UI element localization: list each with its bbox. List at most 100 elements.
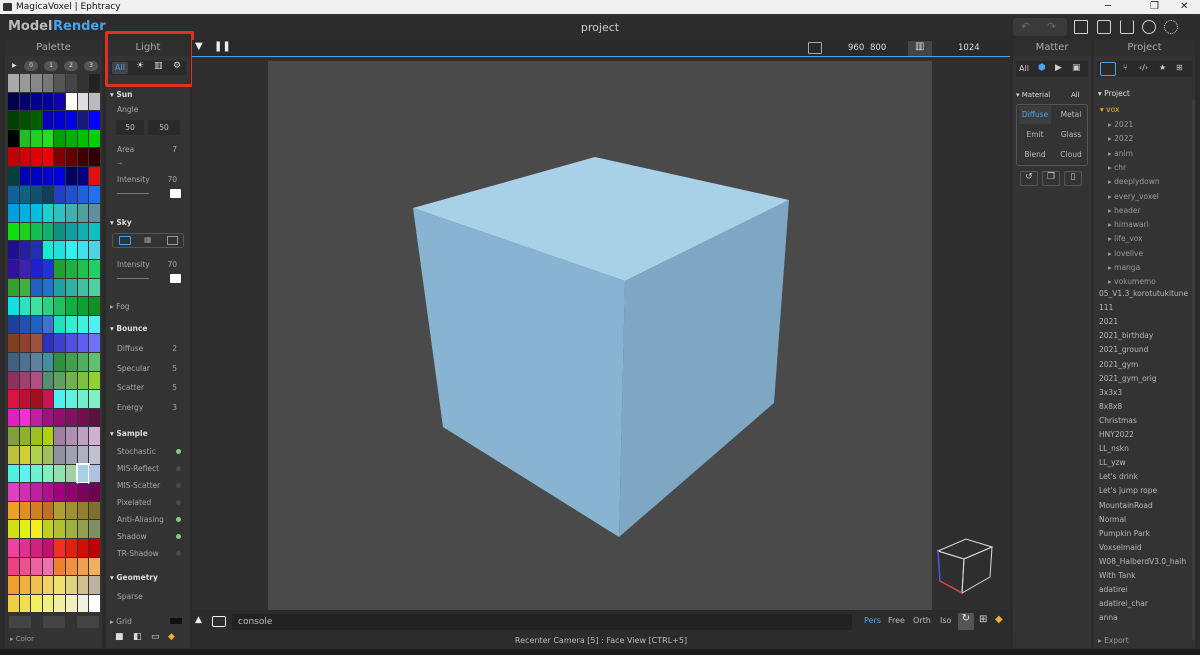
bounce-row[interactable]: Scatter 5 [117,383,183,392]
palette-swatch[interactable] [54,446,65,464]
palette-swatch[interactable] [77,74,89,92]
palette-save-button[interactable] [43,616,65,628]
palette-swatch[interactable] [66,260,77,278]
toggle-dot-icon[interactable] [176,449,181,454]
palette-swatch[interactable] [54,260,65,278]
project-file[interactable]: Let's jump rope [1099,486,1157,495]
folder-tab-icon[interactable] [1100,62,1116,76]
palette-swatch[interactable] [42,260,54,278]
palette-swatch[interactable] [31,278,42,297]
palette-swatch[interactable] [19,129,31,148]
palette-swatch[interactable] [54,297,65,315]
project-file[interactable]: Pumpkin Park [1099,529,1150,538]
image-size-icon[interactable] [808,42,822,54]
material-diffuse[interactable]: Diffuse [1019,106,1051,124]
palette-swatch[interactable] [77,334,89,352]
palette-swatch[interactable] [31,390,42,408]
sky-section-label[interactable]: ▾ Sky [110,218,132,227]
palette-swatch[interactable] [19,576,31,594]
palette-swatch[interactable] [54,371,65,390]
palette-swatch[interactable] [66,353,77,371]
palette-swatch[interactable] [66,185,77,204]
view-pers[interactable]: Pers [864,616,881,625]
material-emit[interactable]: Emit [1019,126,1051,144]
project-file[interactable]: 2021 [1099,317,1118,326]
sun-intensity-row[interactable]: Intensity 70 [117,175,183,184]
view-orth[interactable]: Orth [913,616,931,625]
palette-swatch[interactable] [8,427,19,445]
palette-swatch[interactable] [54,408,65,427]
palette-swatch[interactable] [77,594,89,613]
bounce-row[interactable]: Specular 5 [117,364,183,373]
palette-swatch[interactable] [89,576,100,594]
palette-swatch[interactable] [8,446,19,464]
palette-swatch[interactable] [77,501,89,520]
palette-file-button[interactable] [77,616,99,628]
folder-vox[interactable]: ▾ vox [1100,105,1119,114]
redo-icon[interactable]: ↷ [1047,20,1056,33]
palette-swatch[interactable] [54,557,65,576]
palette-swatch[interactable] [19,315,31,334]
palette-swatch[interactable] [89,222,100,241]
palette-swatch[interactable] [42,408,54,427]
palette-swatch[interactable] [42,501,54,520]
palette-swatch[interactable] [66,464,77,483]
palette-swatch[interactable] [89,353,100,371]
palette-swatch[interactable] [42,334,54,352]
palette-swatch[interactable] [54,576,65,594]
palette-swatch[interactable] [8,390,19,408]
palette-swatch[interactable] [8,594,19,613]
palette-swatch[interactable] [8,371,19,390]
palette-swatch[interactable] [54,241,65,259]
palette-swatch[interactable] [77,315,89,334]
camera-video-icon[interactable]: ▶ [1055,63,1062,73]
toggle-dot-icon[interactable] [176,500,181,505]
view-iso[interactable]: Iso [940,616,951,625]
palette-swatch[interactable] [54,539,65,557]
star-tab-icon[interactable]: ★ [1159,63,1166,72]
sun-intensity-slider[interactable] [117,193,149,194]
samples-chart-icon[interactable]: ▥ [915,41,924,52]
palette-swatch[interactable] [19,222,31,241]
minimize-button[interactable]: ─ [1105,0,1111,14]
palette-swatch[interactable] [19,297,31,315]
project-root[interactable]: ▾ Project [1098,89,1130,98]
palette-swatch[interactable] [31,334,42,352]
sky-intensity-slider[interactable] [117,278,149,279]
palette-swatch[interactable] [66,167,77,185]
palette-swatch[interactable] [89,204,100,222]
angle-input-2[interactable]: 50 [148,120,180,135]
project-file[interactable]: adatirei [1099,585,1128,594]
palette-swatch[interactable] [8,539,19,557]
paste-icon[interactable]: ▯ [1064,171,1082,186]
palette-swatch[interactable] [42,148,54,166]
palette-color-grid[interactable] [8,74,101,614]
palette-swatch[interactable] [66,539,77,557]
sky-image-icon[interactable] [167,236,178,245]
palette-swatch[interactable] [31,446,42,464]
palette-swatch[interactable] [31,483,42,501]
palette-swatch[interactable] [31,576,42,594]
pause-icon[interactable]: ❚❚ [214,41,231,52]
grid-label[interactable]: ▸ Grid [110,617,176,626]
palette-swatch[interactable] [77,111,89,129]
angle-input-1[interactable]: 50 [116,120,144,135]
palette-swatch[interactable] [19,204,31,222]
palette-swatch[interactable] [19,334,31,352]
palette-swatch[interactable] [89,148,100,166]
tree-tab-icon[interactable]: ⑂ [1123,63,1128,72]
palette-swatch[interactable] [77,371,89,390]
palette-swatch[interactable] [77,353,89,371]
palette-swatch[interactable] [19,148,31,166]
palette-swatch[interactable] [19,167,31,185]
palette-swatch[interactable] [31,92,42,111]
palette-swatch[interactable] [8,74,19,92]
palette-swatch[interactable] [42,222,54,241]
sky-uniform-icon[interactable] [119,236,131,245]
palette-swatch[interactable] [42,204,54,222]
sample-toggle-row[interactable]: TR-Shadow [117,549,183,558]
palette-swatch[interactable] [42,371,54,390]
palette-swatch[interactable] [66,520,77,538]
palette-swatch[interactable] [89,297,100,315]
project-subfolder[interactable]: ▸ chr [1108,163,1126,172]
